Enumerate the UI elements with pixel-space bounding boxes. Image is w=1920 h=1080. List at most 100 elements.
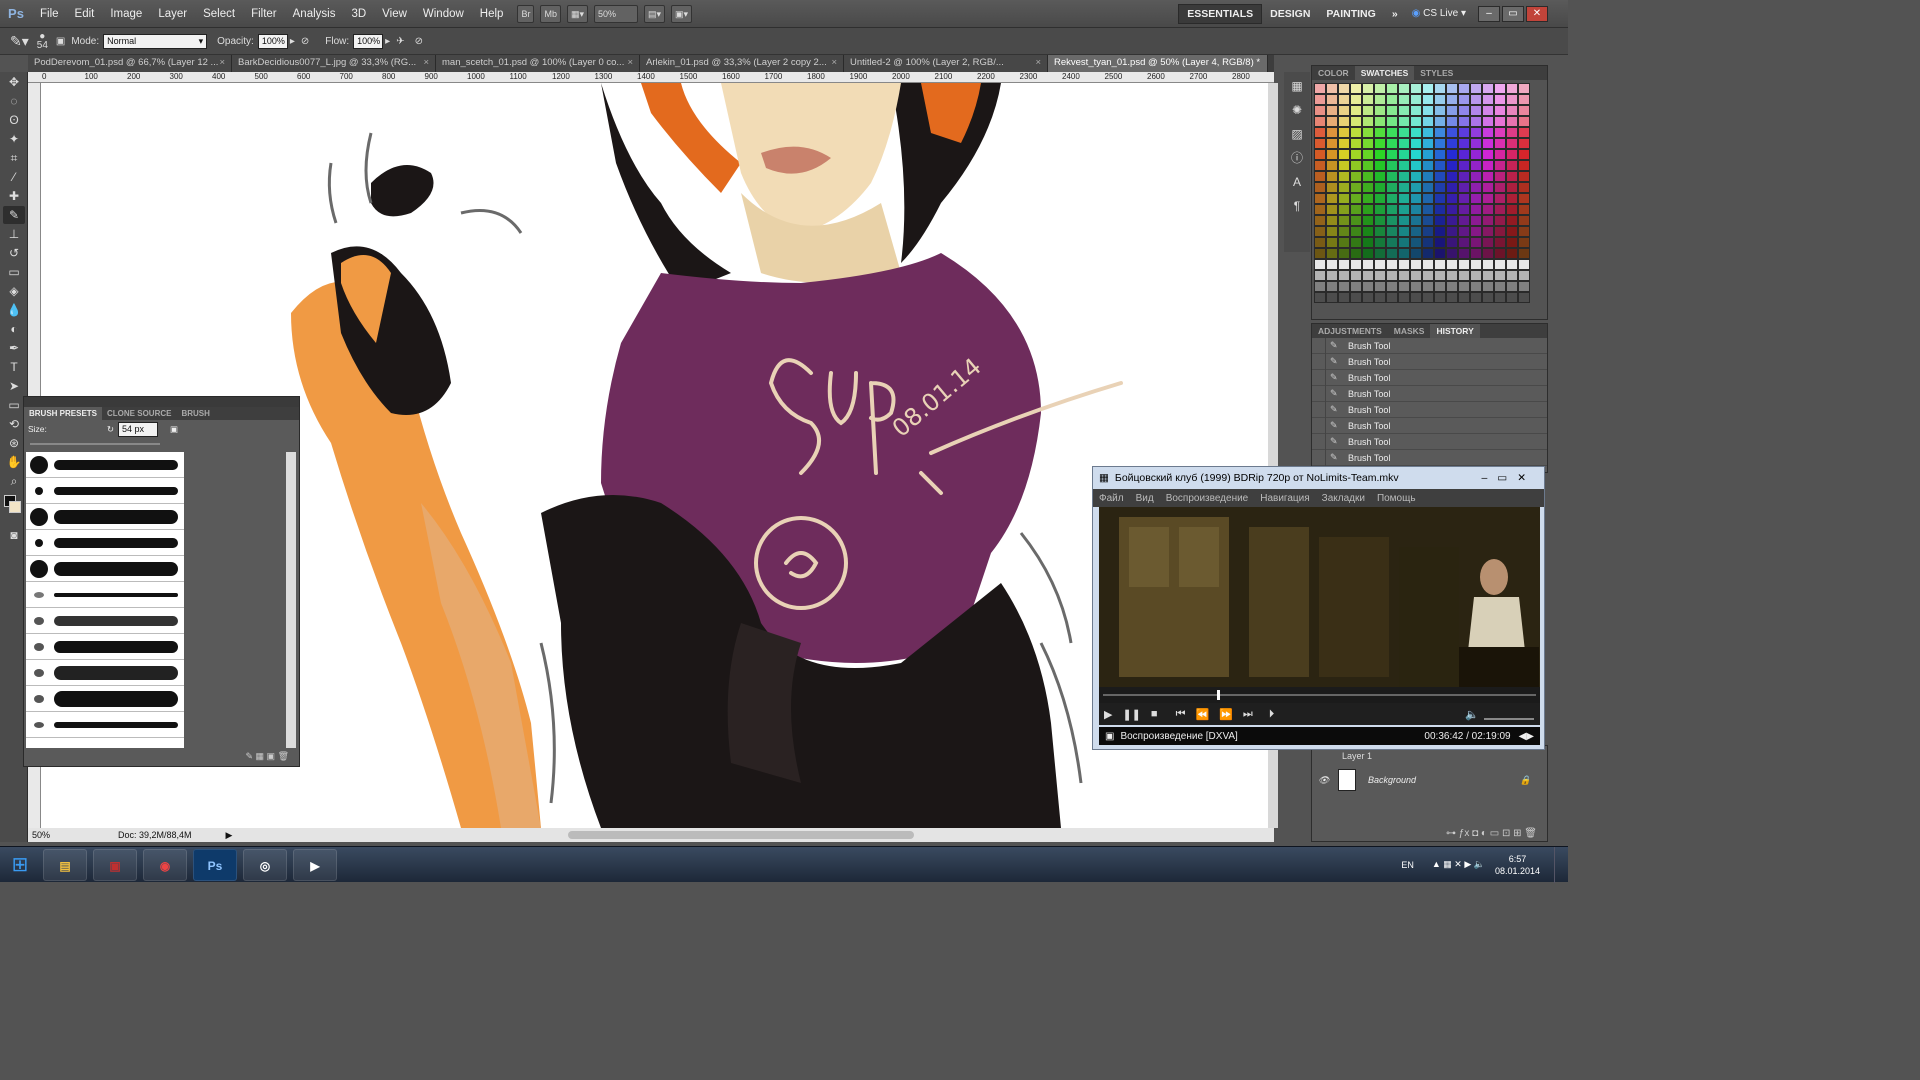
brush-tool-icon[interactable]: ✎▾ xyxy=(10,33,29,50)
player-title-bar[interactable]: ▦ Бойцовский клуб (1999) BDRip 720p от N… xyxy=(1093,467,1544,489)
menu-layer[interactable]: Layer xyxy=(150,8,195,20)
color-swatch[interactable] xyxy=(1338,160,1350,171)
menu-3d[interactable]: 3D xyxy=(343,8,374,20)
brush-preset[interactable] xyxy=(26,686,184,712)
color-swatch[interactable] xyxy=(1338,83,1350,94)
color-swatch[interactable] xyxy=(1518,226,1530,237)
photoshop-taskbar-icon[interactable]: Ps xyxy=(193,848,237,881)
workspace-painting[interactable]: PAINTING xyxy=(1318,8,1383,20)
color-swatch[interactable] xyxy=(1398,182,1410,193)
color-swatch[interactable] xyxy=(1470,149,1482,160)
color-swatch[interactable] xyxy=(1422,171,1434,182)
color-swatch[interactable] xyxy=(1446,270,1458,281)
color-swatch[interactable] xyxy=(1422,127,1434,138)
color-swatch[interactable] xyxy=(1422,281,1434,292)
color-swatch[interactable] xyxy=(1422,160,1434,171)
color-swatch[interactable] xyxy=(1494,105,1506,116)
dodge-tool-icon[interactable]: ◐ xyxy=(3,320,25,338)
color-swatch[interactable] xyxy=(1398,248,1410,259)
color-swatch[interactable] xyxy=(1470,237,1482,248)
color-swatch[interactable] xyxy=(1518,160,1530,171)
player-window-controls[interactable]: –▭✕ xyxy=(1481,472,1536,484)
tab-masks[interactable]: MASKS xyxy=(1388,324,1431,338)
color-swatch[interactable] xyxy=(1434,292,1446,303)
color-swatch[interactable] xyxy=(1398,116,1410,127)
color-swatch[interactable] xyxy=(1326,193,1338,204)
close-tab-icon[interactable]: × xyxy=(627,55,633,71)
color-swatch[interactable] xyxy=(1506,138,1518,149)
color-swatch[interactable] xyxy=(1470,116,1482,127)
color-swatch[interactable] xyxy=(1386,149,1398,160)
color-swatch[interactable] xyxy=(1446,237,1458,248)
color-swatch[interactable] xyxy=(1506,248,1518,259)
size-slider[interactable] xyxy=(30,443,160,445)
character-icon[interactable]: A xyxy=(1286,172,1308,192)
color-swatch[interactable] xyxy=(1518,127,1530,138)
color-swatch[interactable] xyxy=(1482,127,1494,138)
color-swatch[interactable] xyxy=(1434,116,1446,127)
color-swatch[interactable] xyxy=(1374,193,1386,204)
menu-help[interactable]: Help xyxy=(472,8,512,20)
eraser-tool-icon[interactable]: ▭ xyxy=(3,263,25,281)
color-swatch[interactable] xyxy=(1398,105,1410,116)
brush-preset[interactable] xyxy=(26,634,184,660)
color-swatch[interactable] xyxy=(1434,127,1446,138)
maximize-button[interactable]: ▭ xyxy=(1502,5,1524,22)
tab-brush[interactable]: BRUSH xyxy=(176,407,214,420)
color-swatch[interactable] xyxy=(1314,270,1326,281)
color-swatch[interactable] xyxy=(1410,281,1422,292)
color-swatch[interactable] xyxy=(1362,83,1374,94)
color-swatch[interactable] xyxy=(1458,270,1470,281)
color-swatch[interactable] xyxy=(1314,116,1326,127)
color-swatch[interactable] xyxy=(1482,193,1494,204)
color-swatch[interactable] xyxy=(1398,215,1410,226)
color-swatch[interactable] xyxy=(1422,83,1434,94)
lasso-tool-icon[interactable]: ʘ xyxy=(3,111,25,129)
minibridge-icon[interactable]: ▦ xyxy=(1286,76,1308,96)
tab-brush-presets[interactable]: BRUSH PRESETS xyxy=(24,407,103,420)
workspace-essentials[interactable]: ESSENTIALS xyxy=(1178,3,1263,24)
color-swatch[interactable] xyxy=(1338,237,1350,248)
color-swatch[interactable] xyxy=(1338,149,1350,160)
color-swatch[interactable] xyxy=(1338,226,1350,237)
document-tab[interactable]: PodDerevom_01.psd @ 66,7% (Layer 12 ... × xyxy=(28,55,232,72)
color-swatch[interactable] xyxy=(1338,193,1350,204)
color-swatch[interactable] xyxy=(1446,193,1458,204)
color-swatch[interactable] xyxy=(1398,226,1410,237)
paint-bucket-tool-icon[interactable]: ◈ xyxy=(3,282,25,300)
color-swatch[interactable] xyxy=(1422,270,1434,281)
color-swatch[interactable] xyxy=(1374,270,1386,281)
color-swatch[interactable] xyxy=(1506,259,1518,270)
paragraph-icon[interactable]: ¶ xyxy=(1286,196,1308,216)
brush-tool-icon-active[interactable]: ✎ xyxy=(3,206,25,224)
color-swatch[interactable] xyxy=(1362,171,1374,182)
color-swatch[interactable] xyxy=(1386,83,1398,94)
tab-clone-source[interactable]: CLONE SOURCE xyxy=(102,407,176,420)
color-swatch[interactable] xyxy=(1470,226,1482,237)
color-swatch[interactable] xyxy=(1482,270,1494,281)
color-swatch[interactable] xyxy=(1362,204,1374,215)
color-swatch[interactable] xyxy=(1326,94,1338,105)
history-source-checkbox[interactable] xyxy=(1312,449,1326,466)
clone-stamp-tool-icon[interactable]: ⊥ xyxy=(3,225,25,243)
tray-icons[interactable]: ▲ ▦ ✕ ▶ 🔈 xyxy=(1432,859,1485,870)
color-swatch[interactable] xyxy=(1410,149,1422,160)
tablet-size-icon[interactable]: ⊘ xyxy=(415,36,423,47)
color-swatch[interactable] xyxy=(1482,171,1494,182)
color-swatch[interactable] xyxy=(1314,160,1326,171)
screen-mode-icon[interactable]: ▣▾ xyxy=(671,4,693,23)
tab-history[interactable]: HISTORY xyxy=(1430,324,1480,338)
color-swatch[interactable] xyxy=(1494,83,1506,94)
path-selection-tool-icon[interactable]: ➤ xyxy=(3,377,25,395)
seek-thumb[interactable] xyxy=(1217,690,1221,700)
marquee-tool-icon[interactable]: ◌ xyxy=(3,92,25,110)
volume-icon[interactable]: 🔈 xyxy=(1460,708,1484,721)
color-swatch[interactable] xyxy=(1422,193,1434,204)
color-swatch[interactable] xyxy=(1494,182,1506,193)
color-swatch[interactable] xyxy=(1482,94,1494,105)
color-swatch[interactable] xyxy=(1518,149,1530,160)
color-swatch[interactable] xyxy=(1434,204,1446,215)
tab-color[interactable]: COLOR xyxy=(1312,66,1355,80)
color-swatch[interactable] xyxy=(1482,226,1494,237)
color-swatch[interactable] xyxy=(1338,127,1350,138)
